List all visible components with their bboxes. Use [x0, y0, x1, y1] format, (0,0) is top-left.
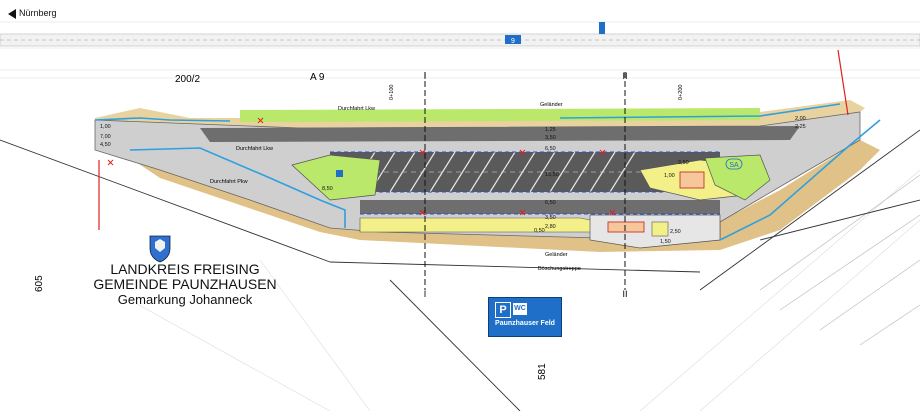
green-verge-north — [240, 108, 760, 122]
dim-label: 2,80 — [545, 224, 556, 230]
wc-icon: WC — [513, 303, 527, 315]
label-railing-top: Geländer — [540, 102, 563, 108]
dim-label: 4,50 — [100, 142, 111, 148]
title-municipality: GEMEINDE PAUNZHAUSEN — [93, 276, 277, 292]
site-plan: 9 SA I I II II A 9 200/2 605 581 Durchfa… — [0, 21, 920, 411]
dim-label: 1,25 — [545, 127, 556, 133]
toilet-building — [607, 221, 645, 233]
dim-label: 2,25 — [795, 124, 806, 130]
coat-of-arms-icon — [149, 235, 171, 263]
dim-label: 8,50 — [322, 186, 333, 192]
label-through-car: Durchfahrt Pkw — [210, 179, 248, 185]
sign-post-icon — [599, 22, 605, 34]
rest-area-sign: P WC Paunzhauser Feld — [488, 297, 562, 337]
picnic-area — [651, 221, 669, 237]
dim-label: 2,00 — [795, 116, 806, 122]
parcel-label-north: 200/2 — [175, 74, 200, 85]
dim-label: 3,50 — [545, 135, 556, 141]
dim-label: 3,50 — [678, 160, 689, 166]
title-block: LANDKREIS FREISING GEMEINDE PAUNZHAUSEN … — [60, 261, 310, 308]
parking-icon: P — [495, 302, 511, 318]
motorway-strip — [0, 33, 920, 47]
sa-label: SA — [729, 162, 739, 169]
dim-label: 1,00 — [100, 124, 111, 130]
yellow-strip-south — [359, 217, 601, 233]
dim-label: 13,50 — [545, 172, 559, 178]
section-1-bottom: I — [424, 289, 427, 299]
service-building — [679, 171, 705, 189]
dim-label: 3,50 — [545, 215, 556, 221]
car-lane-south — [360, 200, 720, 214]
island-west-icon — [336, 170, 343, 177]
label-railing-bottom: Geländer — [545, 252, 568, 258]
section-1-top: I — [424, 71, 427, 81]
label-through-lorry-left: Durchfahrt Lkw — [236, 146, 273, 152]
dim-label: 0,50 — [534, 228, 545, 234]
dim-label: 7,00 — [100, 134, 111, 140]
station-label-b: 0+200 — [678, 85, 684, 100]
motorway-label: A 9 — [310, 72, 325, 83]
parcel-label-west: 605 — [34, 275, 45, 292]
lorry-lane-north — [200, 126, 800, 142]
parcel-label-south: 581 — [537, 363, 548, 380]
motorway-marker-label: 9 — [511, 38, 515, 45]
section-2-top: II — [622, 71, 627, 81]
title-district: LANDKREIS FREISING — [110, 261, 260, 277]
section-2-bottom: II — [622, 289, 627, 299]
dim-label: 1,00 — [664, 173, 675, 179]
station-label-a: 0+100 — [389, 85, 395, 100]
title-cadastral: Gemarkung Johanneck — [117, 292, 253, 307]
dim-label: 6,50 — [545, 200, 556, 206]
dim-label: 1,50 — [660, 239, 671, 245]
dim-label: 2,50 — [670, 229, 681, 235]
label-slope-stairs: Böschungstreppe — [538, 266, 581, 272]
dim-label: 6,50 — [545, 146, 556, 152]
label-through-lorry: Durchfahrt Lkw — [338, 106, 375, 112]
rest-area-name: Paunzhauser Feld — [495, 320, 555, 327]
